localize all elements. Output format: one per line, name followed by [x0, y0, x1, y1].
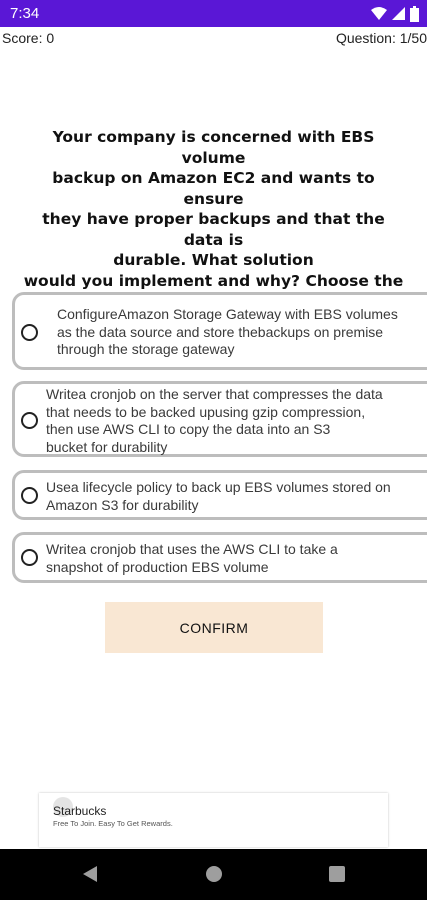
- question-text: Your company is concerned with EBS volum…: [23, 128, 404, 310]
- ad-tagline: Free To Join. Easy To Get Rewards.: [53, 819, 173, 828]
- answer-option-2[interactable]: Writea cronjob on the server that compre…: [12, 381, 427, 457]
- status-time: 7:34: [10, 5, 40, 22]
- home-icon[interactable]: [205, 865, 223, 883]
- battery-icon: [410, 5, 419, 22]
- answer-option-3[interactable]: Usea lifecycle policy to back up EBS vol…: [12, 470, 427, 520]
- navigation-bar: [0, 849, 427, 900]
- answer-option-text: Usea lifecycle policy to back up EBS vol…: [46, 479, 391, 513]
- radio-button[interactable]: [21, 487, 38, 504]
- status-icons: [371, 5, 419, 22]
- confirm-button[interactable]: CONFIRM: [105, 602, 323, 653]
- status-bar: 7:34: [0, 0, 427, 27]
- radio-button[interactable]: [21, 412, 38, 429]
- ad-banner[interactable]: Starbucks Free To Join. Easy To Get Rewa…: [39, 793, 388, 847]
- question-counter: Question: 1/50: [335, 30, 427, 46]
- radio-button[interactable]: [21, 324, 38, 341]
- answer-option-1[interactable]: ConfigureAmazon Storage Gateway with EBS…: [12, 292, 427, 370]
- score-label: Score: 0: [2, 30, 55, 46]
- signal-icon: [392, 7, 405, 20]
- wifi-icon: [371, 7, 387, 20]
- back-icon[interactable]: [81, 865, 99, 883]
- answer-option-text: ConfigureAmazon Storage Gateway with EBS…: [57, 306, 398, 357]
- answer-option-4[interactable]: Writea cronjob that uses the AWS CLI to …: [12, 532, 427, 583]
- ad-brand: Starbucks: [53, 804, 107, 818]
- radio-button[interactable]: [21, 549, 38, 566]
- answer-option-text: Writea cronjob that uses the AWS CLI to …: [46, 541, 338, 575]
- recents-icon[interactable]: [329, 866, 345, 882]
- answer-option-text: Writea cronjob on the server that compre…: [46, 386, 383, 455]
